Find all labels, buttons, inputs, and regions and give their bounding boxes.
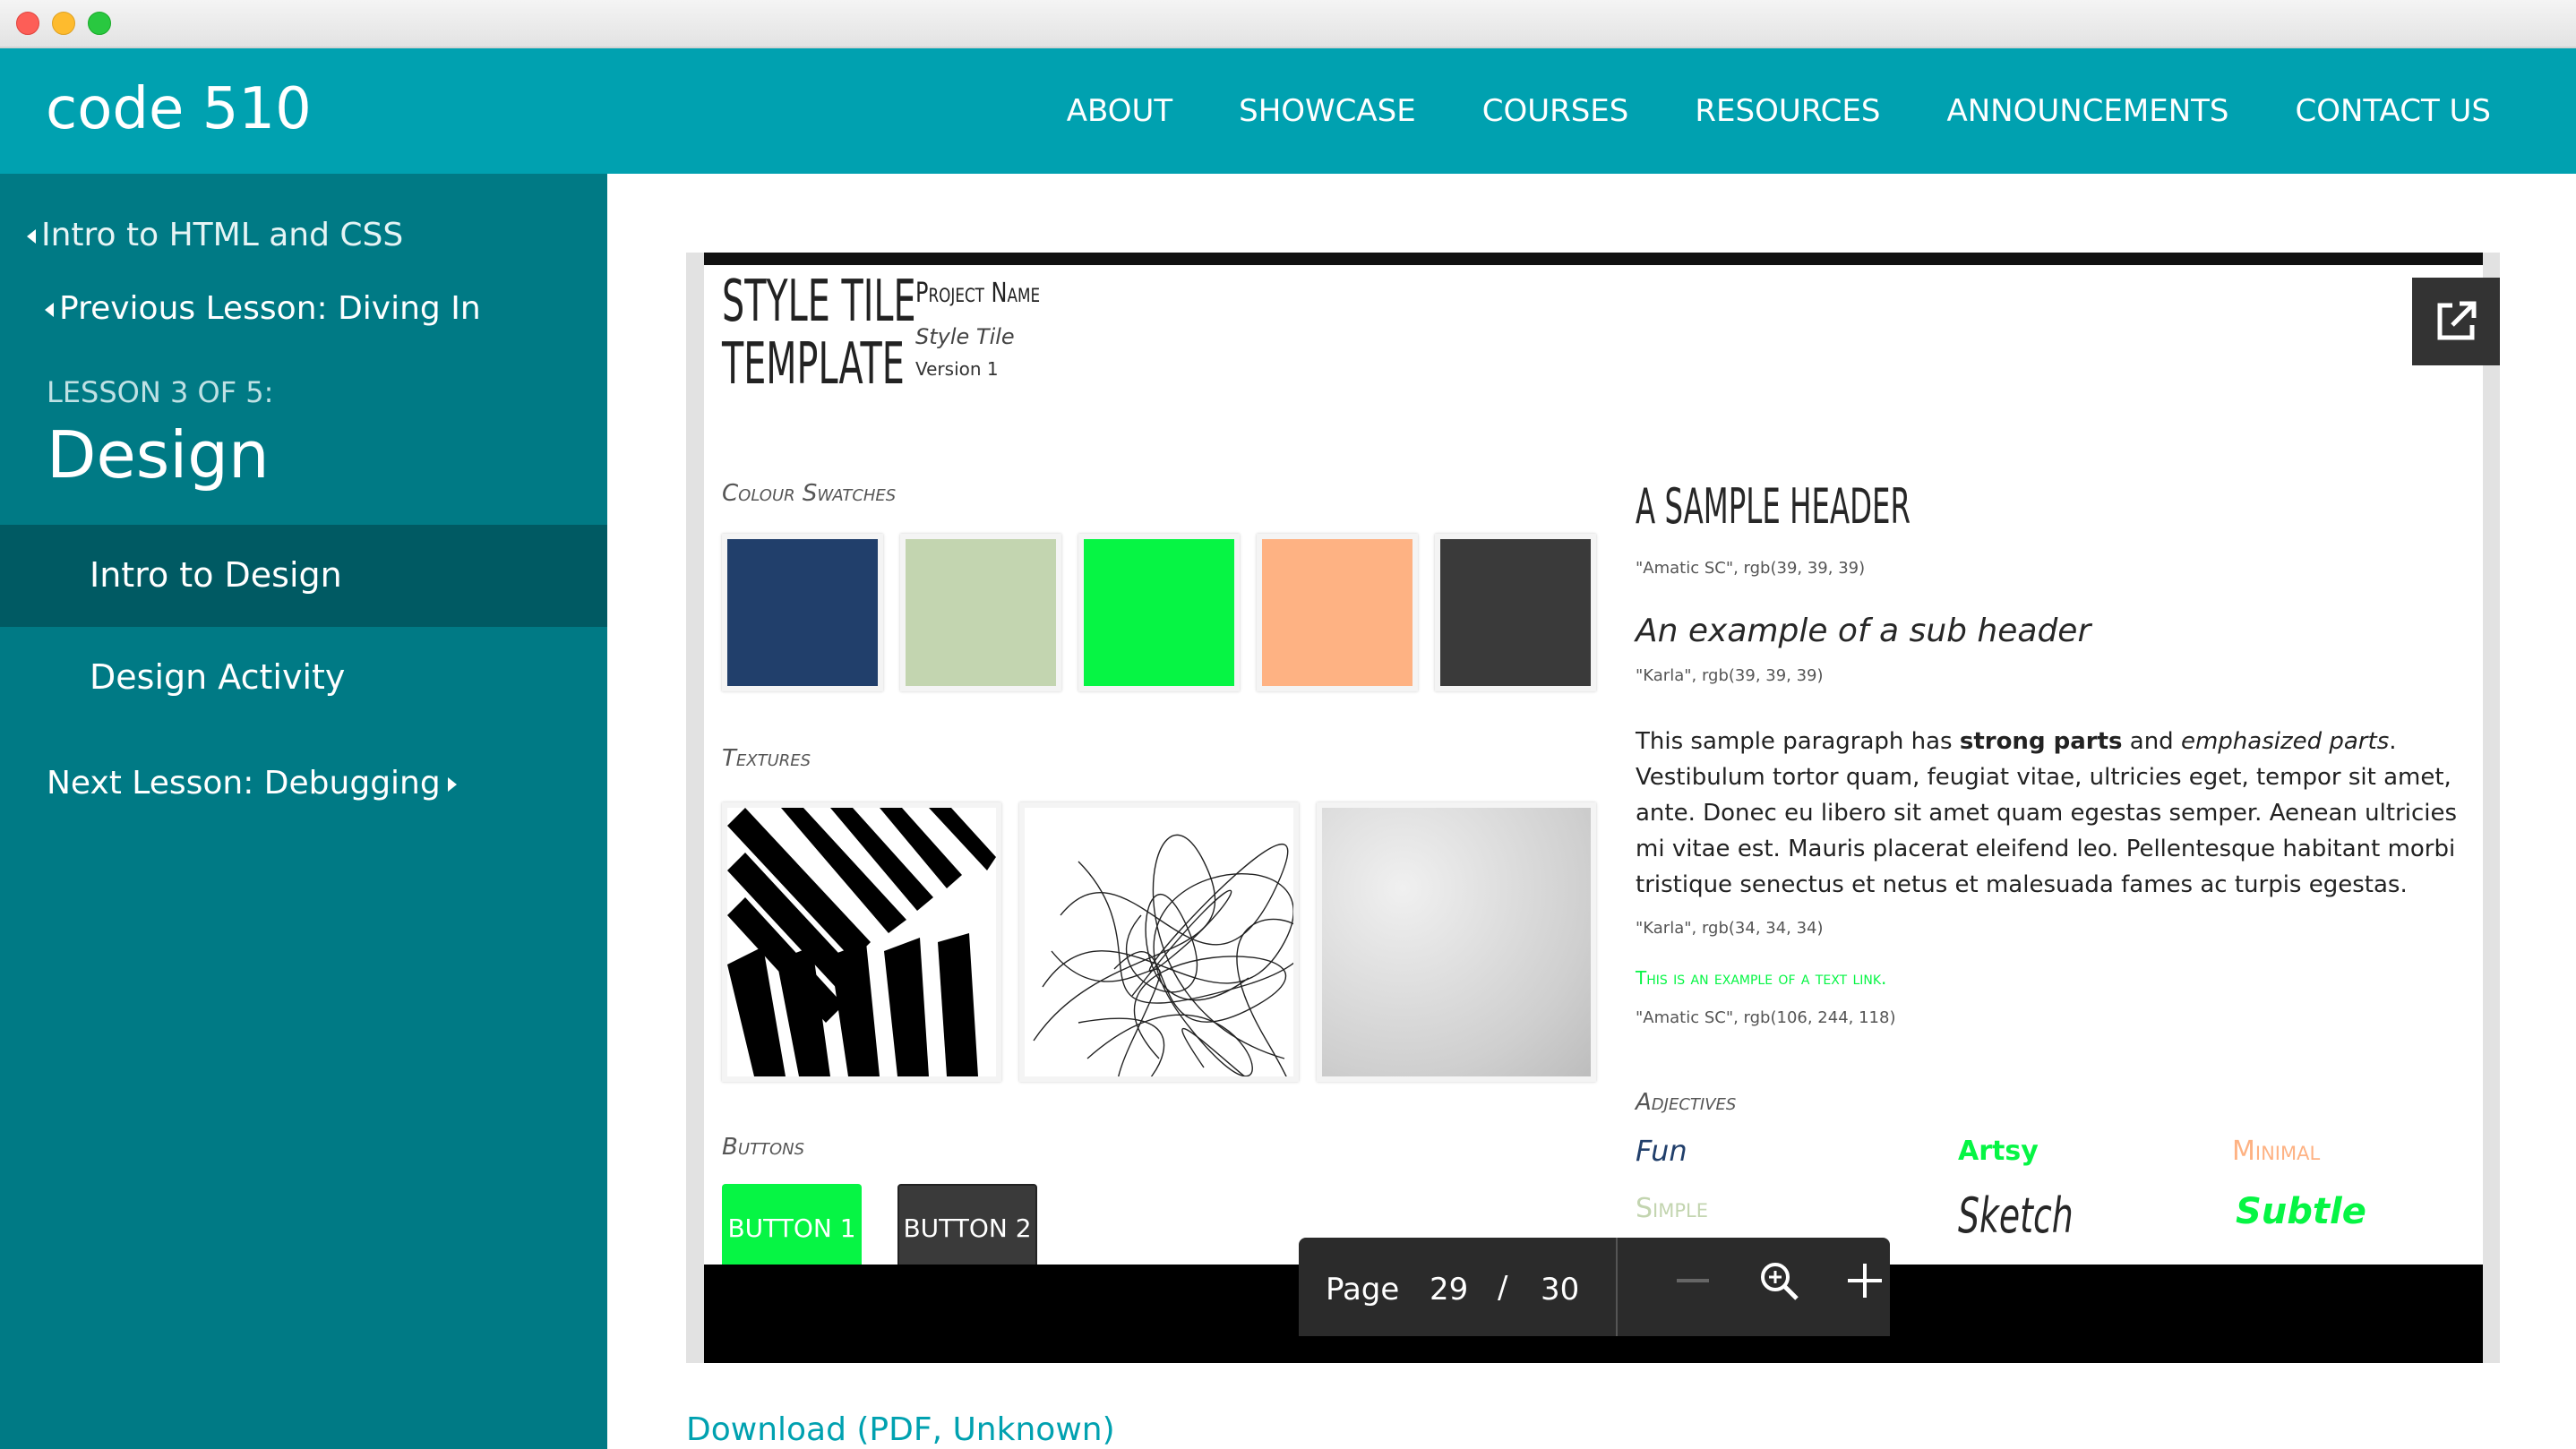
sample-button-2[interactable]: BUTTON 2 [897,1184,1037,1272]
toolbar-divider [1616,1238,1618,1336]
swatch-sage [900,534,1061,691]
course-link[interactable]: Intro to HTML and CSS [27,217,403,253]
nav-courses[interactable]: COURSES [1482,93,1629,129]
lesson-sidebar: Intro to HTML and CSS Previous Lesson: D… [0,174,607,1449]
main-nav: ABOUT SHOWCASE COURSES RESOURCES ANNOUNC… [1067,93,2491,129]
adjective-sketch: Sketch [1958,1187,2074,1244]
minimize-window-button[interactable] [52,12,75,35]
buttons-label: Buttons [722,1134,805,1161]
sample-sub-header: An example of a sub header [1636,613,2091,649]
texture-paper-image [1317,802,1596,1082]
header-font-caption: "Amatic SC", rgb(39, 39, 39) [1636,559,1866,578]
open-in-new-window-button[interactable] [2412,278,2500,365]
plus-icon [1848,1264,1882,1298]
lesson-title: Design [47,417,270,493]
texture-scribble-image [1019,802,1299,1082]
nav-about[interactable]: ABOUT [1067,93,1172,129]
site-header: code 510 ABOUT SHOWCASE COURSES RESOURCE… [0,48,2576,174]
page-number-input[interactable]: 29 [1430,1272,1468,1308]
para-strong-text: strong parts [1959,728,2123,755]
zoom-in-button[interactable] [1845,1261,1885,1300]
lesson-counter: LESSON 3 OF 5: [47,375,274,409]
sidebar-item-intro-to-design[interactable]: Intro to Design [0,525,607,627]
caret-right-icon [447,777,457,792]
swatch-charcoal [1435,534,1596,691]
pdf-viewer: STYLE TILE TEMPLATE Project Name Style T… [686,253,2500,1363]
maximize-window-button[interactable] [88,12,111,35]
textures-label: Textures [722,745,811,772]
pdf-page: STYLE TILE TEMPLATE Project Name Style T… [704,253,2483,1363]
sample-paragraph: This sample paragraph has strong parts a… [1636,724,2460,903]
adjectives-label: Adjectives [1636,1089,1737,1116]
sample-text-link[interactable]: This is an example of a text link. [1636,967,1886,989]
adjective-minimal: Minimal [2232,1136,2321,1167]
minus-icon [1677,1279,1709,1282]
texture-stripes-image [722,802,1001,1082]
project-name: Project Name [915,278,1041,309]
site-logo[interactable]: code 510 [46,76,312,142]
nav-showcase[interactable]: SHOWCASE [1239,93,1416,129]
nav-resources[interactable]: RESOURCES [1695,93,1880,129]
nav-announcements[interactable]: ANNOUNCEMENTS [1946,93,2228,129]
style-tile-title: STYLE TILE TEMPLATE [722,269,916,398]
page-controls: Page 29 / 30 [1299,1238,1890,1336]
zoom-reset-button[interactable] [1757,1259,1800,1302]
next-lesson-link[interactable]: Next Lesson: Debugging [47,765,457,802]
sidebar-item-design-activity[interactable]: Design Activity [90,657,345,697]
nav-contact-us[interactable]: CONTACT US [2295,93,2491,129]
external-link-icon [2437,301,2477,340]
previous-lesson-link[interactable]: Previous Lesson: Diving In [45,290,481,327]
next-lesson-label: Next Lesson: Debugging [47,765,441,802]
page-label: Page [1326,1272,1400,1308]
swatch-green [1078,534,1240,691]
caret-left-icon [45,303,54,317]
link-font-caption: "Amatic SC", rgb(106, 244, 118) [1636,1008,1896,1027]
previous-lesson-label: Previous Lesson: Diving In [59,290,481,327]
course-link-label: Intro to HTML and CSS [41,217,404,253]
zoom-in-icon [1761,1263,1799,1300]
swatches-label: Colour Swatches [722,480,897,507]
download-pdf-link[interactable]: Download (PDF, Unknown) [686,1411,1115,1448]
caret-left-icon [27,229,36,244]
para-text: and [2122,728,2181,755]
para-emphasis-text: emphasized parts [2180,728,2390,755]
swatch-peach [1257,534,1418,691]
window-titlebar [0,0,2576,48]
adjective-simple: Simple [1636,1193,1708,1224]
sample-header: A SAMPLE HEADER [1636,478,1911,535]
style-tile-label: Style Tile [915,324,1015,349]
page-separator: / [1498,1270,1508,1306]
adjective-subtle: Subtle [2236,1191,2366,1232]
sidebar-item-label: Intro to Design [90,555,342,595]
close-window-button[interactable] [16,12,39,35]
version-label: Version 1 [915,358,999,380]
adjective-fun: Fun [1636,1134,1687,1168]
paragraph-font-caption: "Karla", rgb(34, 34, 34) [1636,919,1824,938]
swatch-navy [722,534,883,691]
page-total: 30 [1541,1272,1580,1308]
para-text: This sample paragraph has [1636,728,1960,755]
sample-button-1[interactable]: BUTTON 1 [722,1184,862,1272]
adjective-artsy: Artsy [1958,1136,2039,1167]
sub-header-font-caption: "Karla", rgb(39, 39, 39) [1636,666,1824,685]
zoom-out-button[interactable] [1675,1263,1711,1299]
